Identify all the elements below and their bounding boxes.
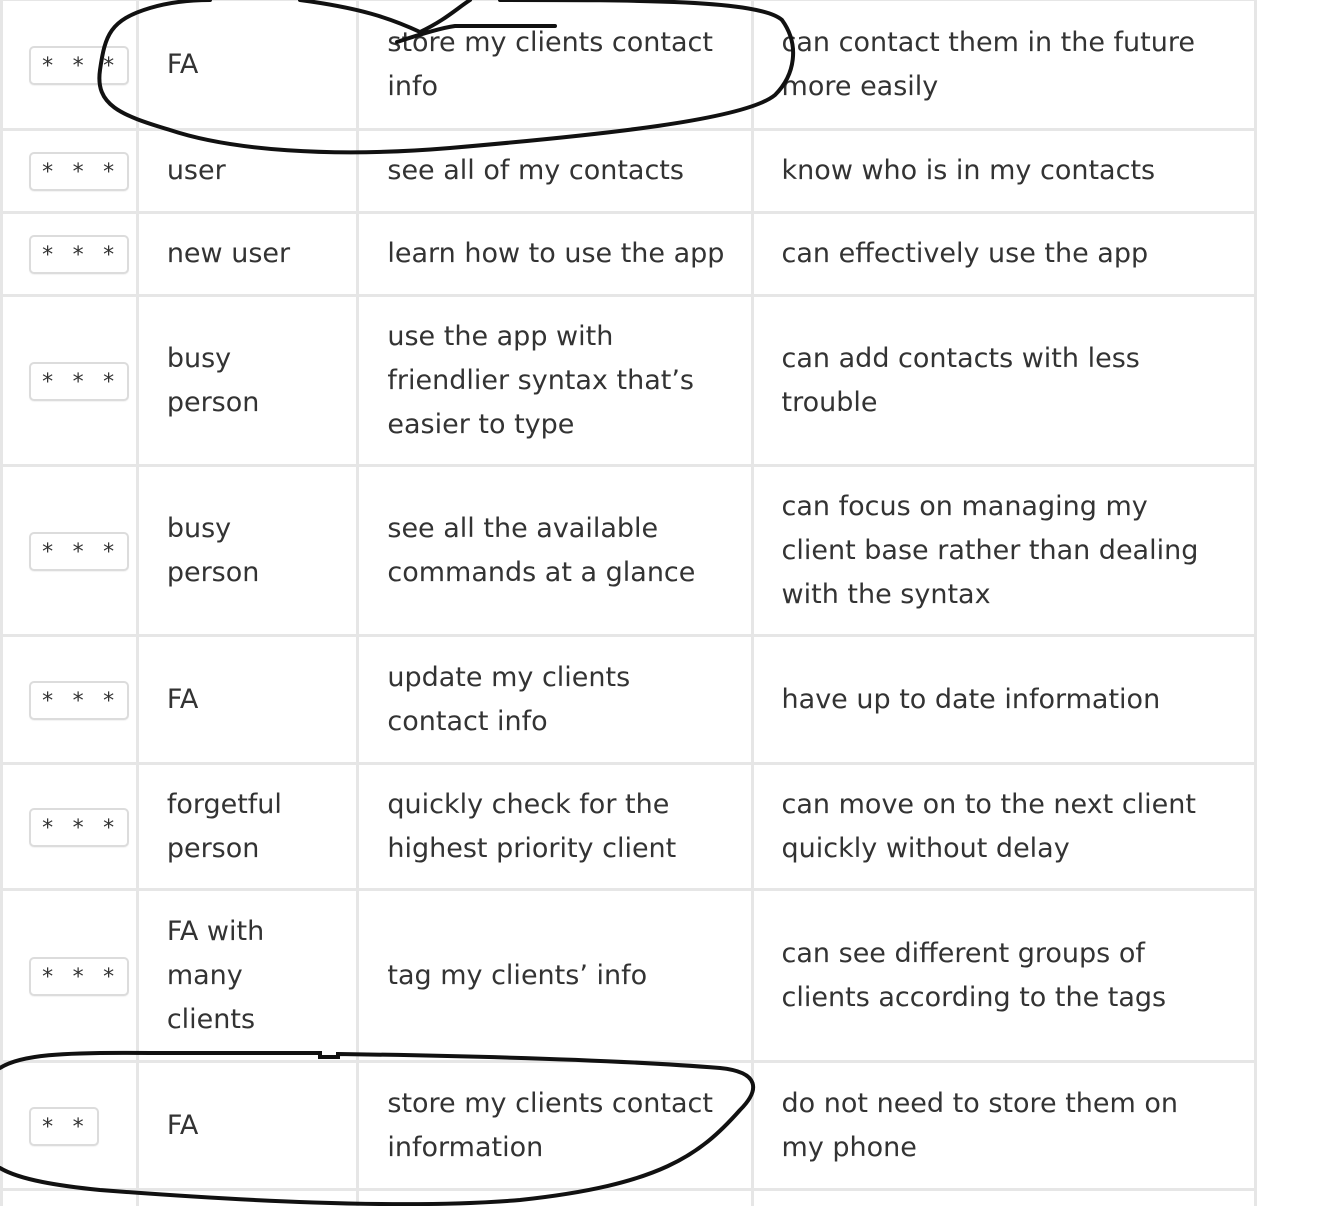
- table-row: * * * user see all of my contacts know w…: [0, 128, 1257, 214]
- table-row: * * * busy person see all the available …: [0, 464, 1257, 637]
- as-a-cell: FA: [135, 1060, 360, 1191]
- user-stories-table-container: * * * FA store my clients contact info c…: [0, 0, 1257, 1206]
- so-that-cell: can contact them in the future more easi…: [750, 0, 1257, 131]
- priority-badge: * * *: [29, 680, 130, 720]
- table-row: [0, 1188, 1257, 1206]
- so-that-cell: can focus on managing my client base rat…: [750, 464, 1257, 637]
- so-that-cell: can add contacts with less trouble: [750, 294, 1257, 467]
- priority-cell: * * *: [0, 0, 139, 131]
- so-that-cell: know who is in my contacts: [750, 128, 1257, 214]
- as-a-cell: new user: [135, 211, 360, 297]
- as-a-cell: FA: [135, 634, 360, 765]
- table-row: * * FA store my clients contact informat…: [0, 1060, 1257, 1191]
- priority-badge: * *: [29, 1106, 99, 1146]
- table-row: * * * busy person use the app with frien…: [0, 294, 1257, 467]
- priority-cell: * * *: [0, 888, 139, 1063]
- so-that-cell: can effectively use the app: [750, 211, 1257, 297]
- as-a-cell: forgetful person: [135, 762, 360, 891]
- priority-cell: * * *: [0, 762, 139, 891]
- so-that-cell: can move on to the next client quickly w…: [750, 762, 1257, 891]
- priority-badge: * * *: [29, 956, 130, 996]
- as-a-cell: user: [135, 128, 360, 214]
- i-want-to-cell: see all of my contacts: [356, 128, 754, 214]
- i-want-to-cell: learn how to use the app: [356, 211, 754, 297]
- i-want-to-cell: store my clients contact information: [356, 1060, 754, 1191]
- table-row: * * * FA store my clients contact info c…: [0, 0, 1257, 131]
- priority-badge: * * *: [29, 531, 130, 571]
- priority-cell: * * *: [0, 294, 139, 467]
- as-a-cell: busy person: [135, 464, 360, 637]
- i-want-to-cell: quickly check for the highest priority c…: [356, 762, 754, 891]
- so-that-cell: can see different groups of clients acco…: [750, 888, 1257, 1063]
- priority-badge: * * *: [29, 807, 130, 847]
- priority-badge: * * *: [29, 45, 130, 85]
- priority-cell: * * *: [0, 634, 139, 765]
- table-row: * * * FA update my clients contact info …: [0, 634, 1257, 765]
- i-want-to-cell: see all the available commands at a glan…: [356, 464, 754, 637]
- table-row: * * * FA with many clients tag my client…: [0, 888, 1257, 1063]
- as-a-cell: busy person: [135, 294, 360, 467]
- i-want-to-cell: store my clients contact info: [356, 0, 754, 131]
- so-that-cell: do not need to store them on my phone: [750, 1060, 1257, 1191]
- i-want-to-cell: update my clients contact info: [356, 634, 754, 765]
- as-a-cell: FA: [135, 0, 360, 131]
- priority-badge: * * *: [29, 235, 130, 274]
- priority-cell: * * *: [0, 211, 139, 297]
- priority-badge: * * *: [29, 152, 130, 191]
- priority-cell: * * *: [0, 128, 139, 214]
- priority-badge: * * *: [29, 361, 130, 401]
- i-want-to-cell: tag my clients’ info: [356, 888, 754, 1063]
- as-a-cell: FA with many clients: [135, 888, 360, 1063]
- table-row: * * * forgetful person quickly check for…: [0, 762, 1257, 891]
- priority-cell: * *: [0, 1060, 139, 1191]
- table-row: * * * new user learn how to use the app …: [0, 211, 1257, 297]
- priority-cell: * * *: [0, 464, 139, 637]
- i-want-to-cell: use the app with friendlier syntax that’…: [356, 294, 754, 467]
- user-stories-table: * * * FA store my clients contact info c…: [0, 0, 1257, 1206]
- so-that-cell: have up to date information: [750, 634, 1257, 765]
